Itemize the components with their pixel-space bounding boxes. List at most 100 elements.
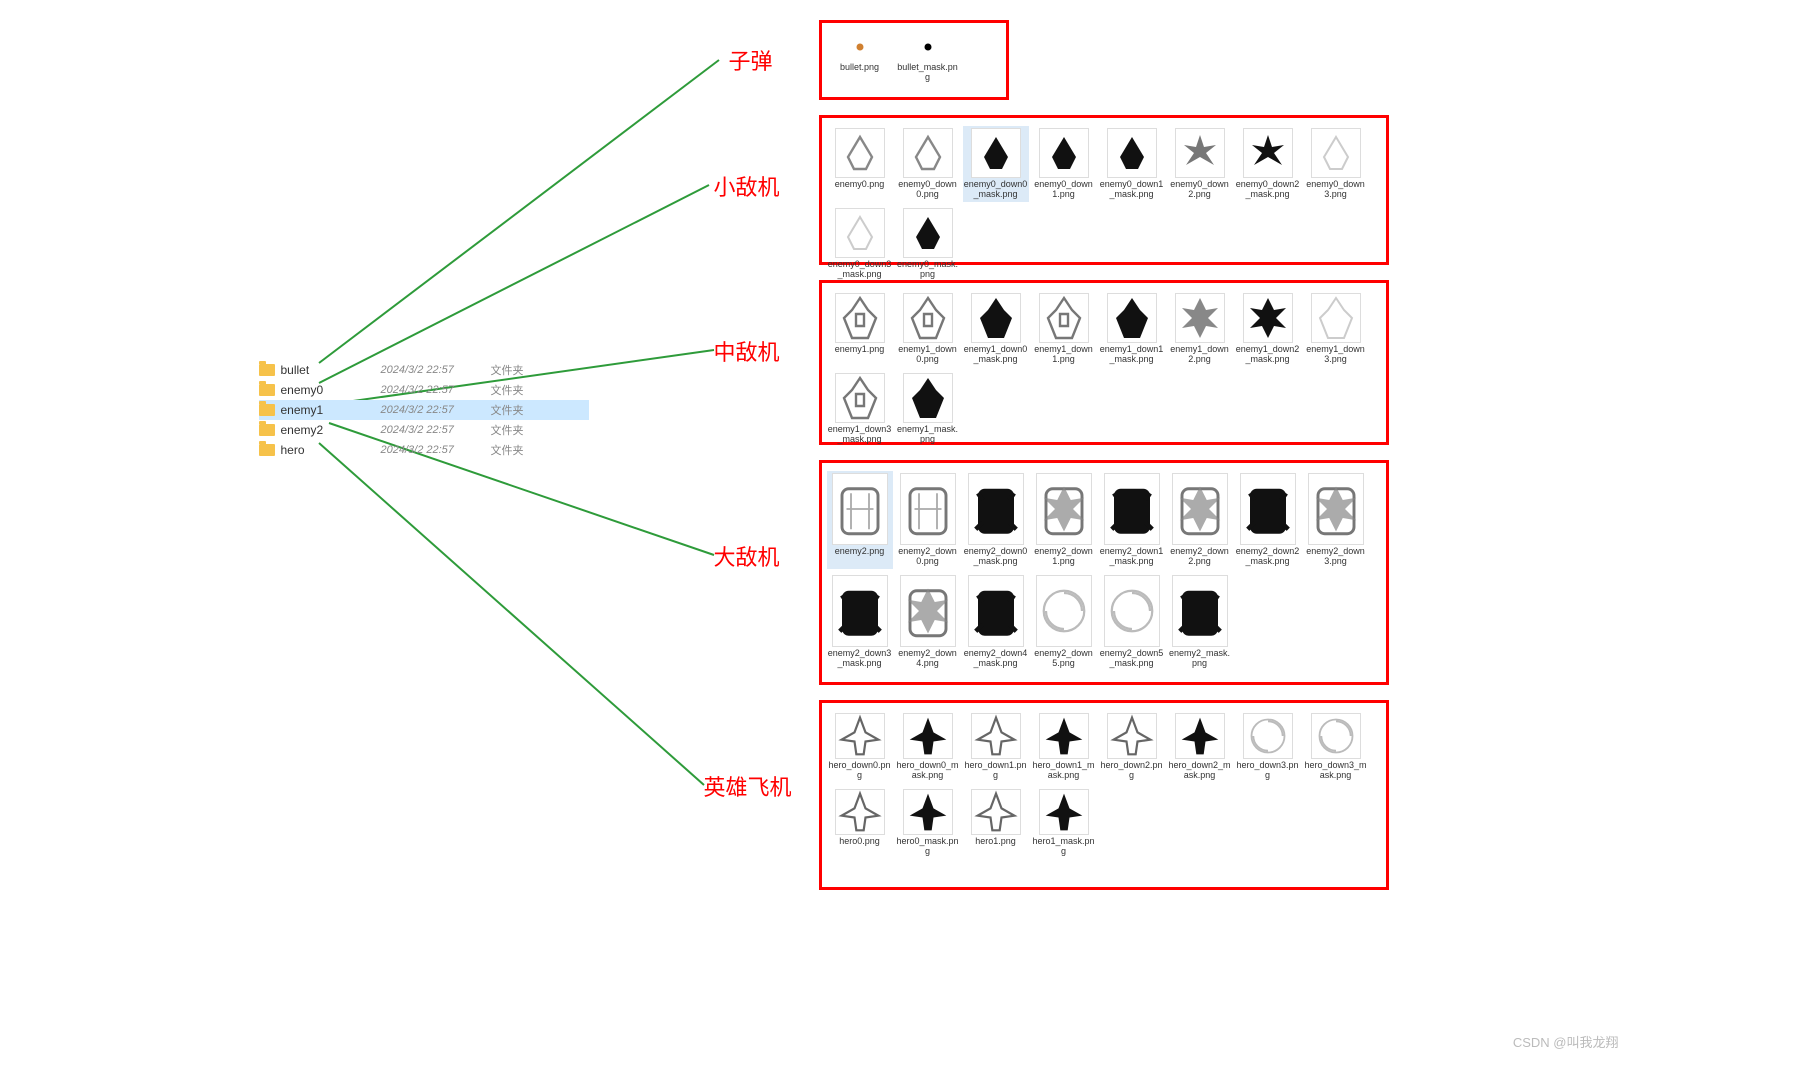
file-thumb[interactable]: enemy1_down0_mask.png	[963, 291, 1029, 367]
thumb-image	[846, 33, 874, 61]
thumb-image	[1039, 713, 1089, 759]
file-thumb[interactable]: hero_down2_mask.png	[1167, 711, 1233, 783]
file-thumb[interactable]: enemy2_mask.png	[1167, 573, 1233, 671]
thumb-image	[1240, 473, 1296, 545]
thumb-label: bullet.png	[840, 63, 879, 73]
file-thumb[interactable]: enemy2_down5_mask.png	[1099, 573, 1165, 671]
file-thumb[interactable]: enemy0_down3.png	[1303, 126, 1369, 202]
file-thumb[interactable]: enemy1_down1.png	[1031, 291, 1097, 367]
watermark: CSDN @叫我龙翔	[1513, 1032, 1619, 1051]
file-thumb[interactable]: enemy1_mask.png	[895, 371, 961, 447]
file-thumb[interactable]: hero0.png	[827, 787, 893, 859]
thumb-label: hero_down0.png	[828, 761, 892, 781]
file-thumb[interactable]: enemy0_mask.png	[895, 206, 961, 282]
folder-name: hero	[281, 443, 381, 457]
file-thumb[interactable]: enemy0_down0.png	[895, 126, 961, 202]
thumb-image	[903, 293, 953, 343]
thumb-image	[1107, 293, 1157, 343]
folder-row-enemy0[interactable]: enemy02024/3/2 22:57文件夹	[259, 380, 589, 400]
file-thumb[interactable]: enemy1_down0.png	[895, 291, 961, 367]
folder-row-enemy1[interactable]: enemy12024/3/2 22:57文件夹	[259, 400, 589, 420]
file-thumb[interactable]: enemy2_down0_mask.png	[963, 471, 1029, 569]
label-smallenemy: 小敌机	[714, 170, 780, 202]
file-thumb[interactable]: enemy0_down0_mask.png	[963, 126, 1029, 202]
file-thumb[interactable]: enemy1_down3.png	[1303, 291, 1369, 367]
label-hero: 英雄飞机	[704, 770, 792, 802]
file-thumb[interactable]: enemy2_down5.png	[1031, 573, 1097, 671]
file-thumb[interactable]: hero1_mask.png	[1031, 787, 1097, 859]
thumb-image	[1172, 575, 1228, 647]
file-thumb[interactable]: enemy1_down2_mask.png	[1235, 291, 1301, 367]
folder-date: 2024/3/2 22:57	[381, 404, 491, 416]
folder-icon	[259, 384, 275, 396]
folder-name: enemy2	[281, 423, 381, 437]
thumb-image	[1039, 293, 1089, 343]
file-thumb[interactable]: hero_down1.png	[963, 711, 1029, 783]
file-thumb[interactable]: enemy0_down2_mask.png	[1235, 126, 1301, 202]
file-thumb[interactable]: enemy0_down2.png	[1167, 126, 1233, 202]
file-thumb[interactable]: hero1.png	[963, 787, 1029, 859]
file-thumb[interactable]: hero_down1_mask.png	[1031, 711, 1097, 783]
file-thumb[interactable]: enemy2_down4.png	[895, 573, 961, 671]
thumb-label: enemy1.png	[835, 345, 885, 355]
folder-row-enemy2[interactable]: enemy22024/3/2 22:57文件夹	[259, 420, 589, 440]
thumb-label: bullet_mask.png	[896, 63, 960, 83]
file-thumb[interactable]: enemy1_down1_mask.png	[1099, 291, 1165, 367]
file-thumb[interactable]: bullet_mask.png	[895, 31, 961, 85]
file-thumb[interactable]: enemy2_down3.png	[1303, 471, 1369, 569]
thumb-image	[903, 373, 953, 423]
file-thumb[interactable]: enemy2_down2_mask.png	[1235, 471, 1301, 569]
file-thumb[interactable]: hero_down0_mask.png	[895, 711, 961, 783]
thumb-image	[971, 128, 1021, 178]
thumb-image	[1175, 293, 1225, 343]
file-thumb[interactable]: hero0_mask.png	[895, 787, 961, 859]
file-thumb[interactable]: enemy0_down1.png	[1031, 126, 1097, 202]
folder-date: 2024/3/2 22:57	[381, 424, 491, 436]
file-thumb[interactable]: enemy2_down0.png	[895, 471, 961, 569]
thumb-image	[971, 713, 1021, 759]
file-thumb[interactable]: enemy2_down4_mask.png	[963, 573, 1029, 671]
panel-bullet: bullet.png bullet_mask.png	[819, 20, 1009, 100]
folder-row-hero[interactable]: hero2024/3/2 22:57文件夹	[259, 440, 589, 460]
thumb-label: hero_down0_mask.png	[896, 761, 960, 781]
thumb-image	[1308, 473, 1364, 545]
thumb-label: hero1.png	[975, 837, 1016, 847]
file-thumb[interactable]: enemy2_down1_mask.png	[1099, 471, 1165, 569]
thumb-label: enemy1_down0.png	[896, 345, 960, 365]
thumb-label: hero_down3.png	[1236, 761, 1300, 781]
file-thumb[interactable]: hero_down3.png	[1235, 711, 1301, 783]
file-thumb[interactable]: enemy0_down3_mask.png	[827, 206, 893, 282]
folder-icon	[259, 444, 275, 456]
file-thumb[interactable]: hero_down2.png	[1099, 711, 1165, 783]
file-thumb[interactable]: hero_down3_mask.png	[1303, 711, 1369, 783]
thumb-label: enemy0.png	[835, 180, 885, 190]
thumb-image	[900, 575, 956, 647]
thumb-label: enemy0_down3_mask.png	[828, 260, 892, 280]
thumb-label: enemy2_down4.png	[896, 649, 960, 669]
thumb-image	[835, 373, 885, 423]
file-thumb[interactable]: enemy2_down1.png	[1031, 471, 1097, 569]
folder-icon	[259, 364, 275, 376]
folder-row-bullet[interactable]: bullet2024/3/2 22:57文件夹	[259, 360, 589, 380]
folder-list: bullet2024/3/2 22:57文件夹enemy02024/3/2 22…	[259, 360, 589, 460]
file-thumb[interactable]: enemy1.png	[827, 291, 893, 367]
file-thumb[interactable]: enemy2_down2.png	[1167, 471, 1233, 569]
file-thumb[interactable]: enemy0.png	[827, 126, 893, 202]
thumb-label: enemy2_down5_mask.png	[1100, 649, 1164, 669]
file-thumb[interactable]: enemy2.png	[827, 471, 893, 569]
thumb-label: enemy2.png	[835, 547, 885, 557]
thumb-label: enemy1_down3.png	[1304, 345, 1368, 365]
thumb-image	[835, 789, 885, 835]
file-thumb[interactable]: enemy2_down3_mask.png	[827, 573, 893, 671]
file-thumb[interactable]: hero_down0.png	[827, 711, 893, 783]
thumb-image	[1104, 473, 1160, 545]
thumb-label: enemy1_down3_mask.png	[828, 425, 892, 445]
file-thumb[interactable]: bullet.png	[827, 31, 893, 85]
thumb-label: enemy2_down3_mask.png	[828, 649, 892, 669]
thumb-image	[903, 128, 953, 178]
file-thumb[interactable]: enemy1_down3_mask.png	[827, 371, 893, 447]
thumb-label: enemy1_down2_mask.png	[1236, 345, 1300, 365]
file-thumb[interactable]: enemy0_down1_mask.png	[1099, 126, 1165, 202]
file-thumb[interactable]: enemy1_down2.png	[1167, 291, 1233, 367]
thumb-image	[968, 575, 1024, 647]
